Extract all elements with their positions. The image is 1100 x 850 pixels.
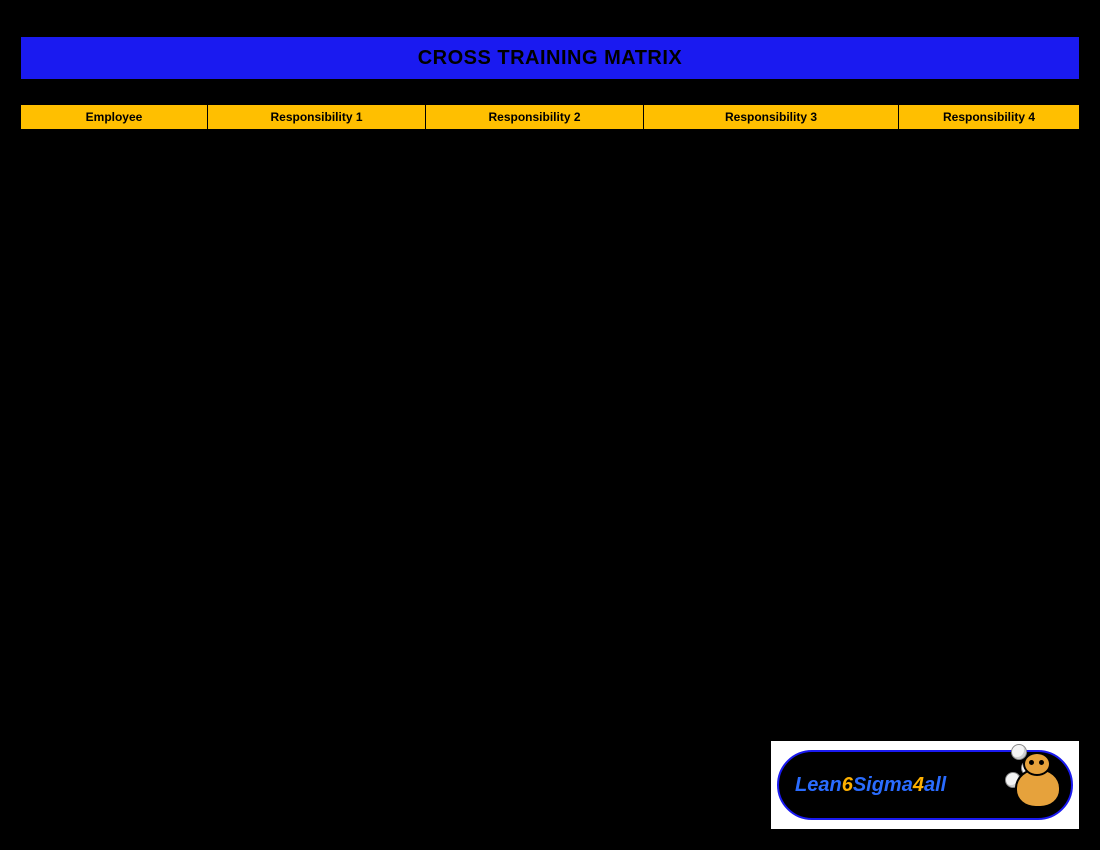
- col-header-responsibility-1: Responsibility 1: [208, 105, 426, 129]
- logo-text: Lean6Sigma4all: [795, 774, 946, 797]
- logo-part-6: 6: [842, 774, 853, 796]
- mascot-eye-icon: [1029, 760, 1034, 765]
- logo-part-4: 4: [913, 774, 924, 796]
- page: CROSS TRAINING MATRIX Employee Responsib…: [0, 0, 1100, 850]
- col-header-employee: Employee: [21, 105, 208, 129]
- mascot-head-icon: [1023, 752, 1051, 776]
- logo-part-sigma: Sigma: [853, 774, 913, 796]
- logo-part-lean: Lean: [795, 774, 842, 796]
- spacer: [20, 80, 1080, 104]
- logo-container: Lean6Sigma4all: [770, 740, 1080, 830]
- logo-part-all: all: [924, 774, 946, 796]
- col-header-responsibility-4: Responsibility 4: [899, 105, 1079, 129]
- col-header-responsibility-2: Responsibility 2: [426, 105, 644, 129]
- table-header-row: Employee Responsibility 1 Responsibility…: [20, 104, 1080, 130]
- title-text: CROSS TRAINING MATRIX: [418, 47, 683, 70]
- mascot-icon: [1009, 746, 1077, 826]
- logo: Lean6Sigma4all: [777, 750, 1073, 820]
- mascot-eye-icon: [1039, 760, 1044, 765]
- col-header-responsibility-3: Responsibility 3: [644, 105, 899, 129]
- title-bar: CROSS TRAINING MATRIX: [20, 36, 1080, 80]
